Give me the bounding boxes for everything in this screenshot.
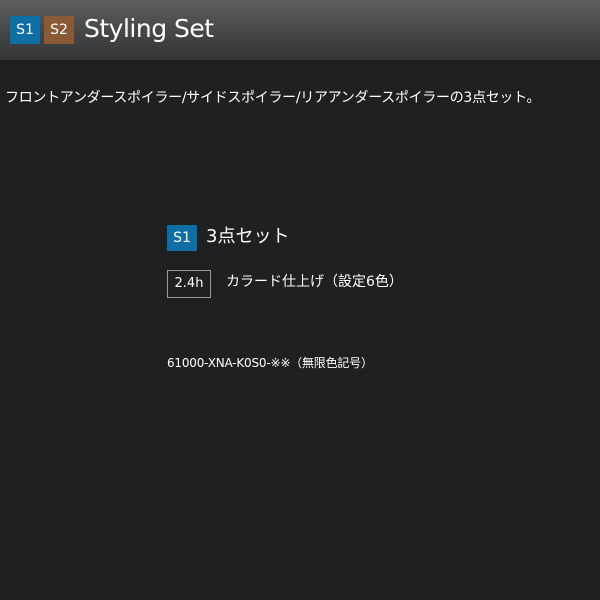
- finish-label: カラード仕上げ（設定6色）: [226, 274, 403, 290]
- s2-badge: S2: [44, 16, 74, 44]
- item-s1-badge: S1: [167, 225, 197, 251]
- set-description: フロントアンダースポイラー/サイドスポイラー/リアアンダースポイラーの3点セット…: [5, 90, 541, 106]
- labor-time-box: 2.4h: [167, 270, 211, 298]
- s1-badge: S1: [10, 16, 40, 44]
- part-number: 61000-XNA-K0S0-※※（無限色記号）: [167, 356, 373, 370]
- header-bar: S1 S2 Styling Set: [0, 0, 600, 60]
- item-title: 3点セット: [206, 226, 290, 247]
- page-title: Styling Set: [84, 14, 214, 43]
